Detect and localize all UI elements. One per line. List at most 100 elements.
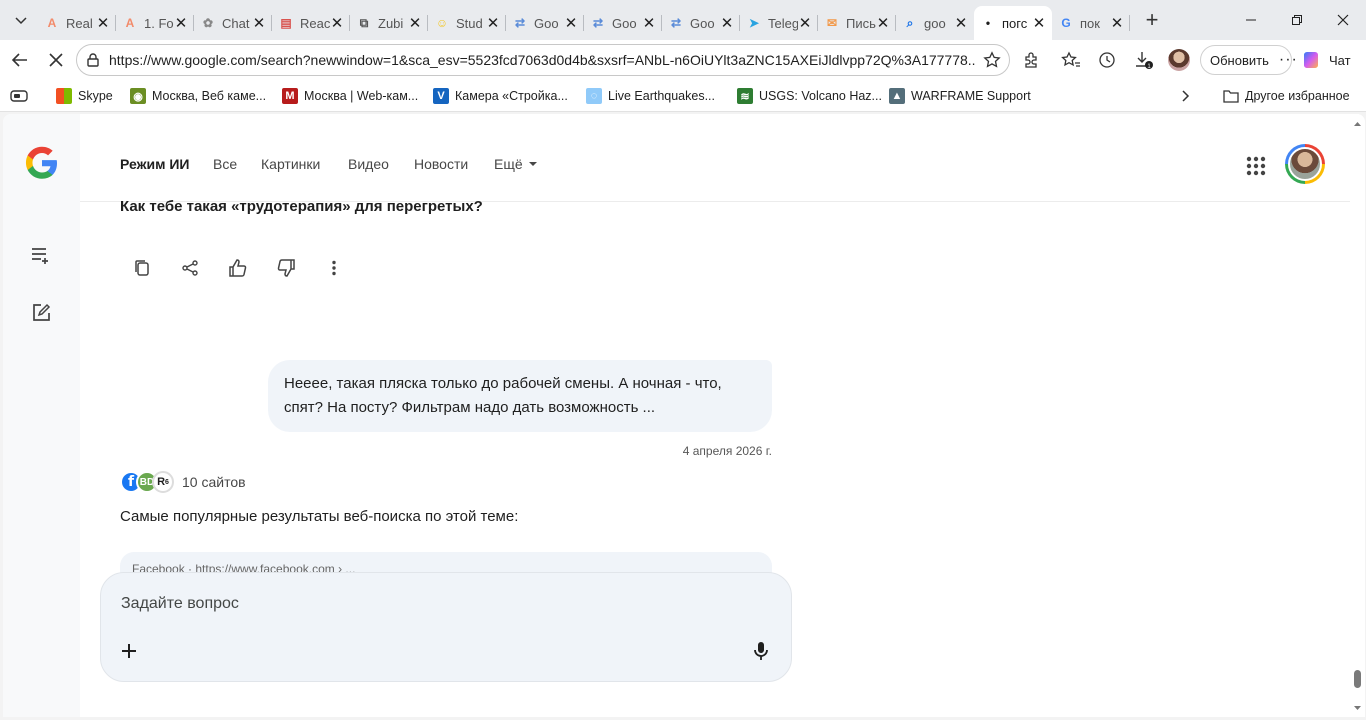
composer-placeholder[interactable]: Задайте вопрос [121,595,239,613]
left-rail [3,114,80,717]
edit-square-icon [33,303,51,321]
close-tab-icon[interactable]: ✕ [876,14,890,32]
tab-images[interactable]: Картинки [261,156,320,172]
browser-tab[interactable]: • погс ✕ [974,6,1052,40]
back-button[interactable] [4,44,36,76]
profile-button[interactable] [1163,44,1195,76]
google-logo-icon[interactable] [24,145,60,181]
tab-videos[interactable]: Видео [348,156,389,172]
page-scrollbar[interactable] [1350,114,1365,717]
minimize-icon [1246,19,1256,21]
close-window-button[interactable] [1320,0,1366,40]
thumbs-up-button[interactable] [224,254,252,282]
close-tab-icon[interactable]: ✕ [1110,14,1124,32]
browser-tab[interactable]: ✿ Chat ✕ [194,6,272,40]
address-bar[interactable]: https://www.google.com/search?newwindow=… [76,44,1010,76]
tab-news[interactable]: Новости [414,156,468,172]
camera-icon: ◉ [130,88,146,104]
tab-more[interactable]: Ещё [494,156,538,172]
sidebar-toggle-button[interactable] [10,86,28,106]
browser-tab[interactable]: ☺ Stud ✕ [428,6,506,40]
history-button[interactable] [1091,44,1123,76]
close-tab-icon[interactable]: ✕ [174,14,188,32]
close-tab-icon[interactable]: ✕ [564,14,578,32]
browser-tab[interactable]: ⇄ Goo ✕ [584,6,662,40]
thumbs-down-icon [277,259,295,277]
close-tab-icon[interactable]: ✕ [954,14,968,32]
bookmark-item[interactable]: ≋ USGS: Volcano Haz... [737,86,882,106]
site-r-icon: R6 [152,471,174,493]
update-browser-button[interactable]: Обновить ··· [1200,45,1297,75]
account-avatar[interactable] [1285,144,1325,184]
browser-tab[interactable]: ✉ Пись ✕ [818,6,896,40]
tab-actions-menu-button[interactable] [4,3,38,37]
extensions-button[interactable] [1015,44,1047,76]
bookmark-item[interactable]: V Камера «Стройка... [433,86,568,106]
close-tab-icon[interactable]: ✕ [486,14,500,32]
minimize-button[interactable] [1228,0,1274,40]
close-tab-icon[interactable]: ✕ [96,14,110,32]
stop-loading-button[interactable] [40,44,72,76]
thumbs-up-icon [229,259,247,277]
puzzle-icon [1025,52,1037,68]
web-page: Режим ИИ Все Картинки Видео Новости Ещё … [3,114,1365,717]
openai-icon: ✿ [202,16,214,30]
browser-tab[interactable]: A Real ✕ [38,6,116,40]
site-info-icon[interactable] [77,52,109,68]
tab-all[interactable]: Все [213,156,237,172]
bookmark-item[interactable]: M Москва | Web-кам... [282,86,418,106]
download-icon: 1 [1136,52,1153,70]
close-tab-icon[interactable]: ✕ [1032,14,1046,32]
bookmarks-overflow-button[interactable] [1178,86,1192,106]
search-icon: ⌕ [906,15,914,30]
browser-tab[interactable]: ⌕ goo ✕ [896,6,974,40]
tab-title: Goo [534,15,559,31]
restore-button[interactable] [1274,0,1320,40]
scroll-down-icon[interactable] [1350,702,1365,714]
bookmark-item[interactable]: ▲ WARFRAME Support [889,86,1031,106]
close-tab-icon[interactable]: ✕ [408,14,422,32]
scroll-up-icon[interactable] [1350,118,1365,130]
tab-title: пок [1080,15,1100,31]
close-tab-icon[interactable]: ✕ [252,14,266,32]
close-tab-icon[interactable]: ✕ [330,14,344,32]
close-tab-icon[interactable]: ✕ [642,14,656,32]
google-apps-icon[interactable] [1244,154,1268,178]
close-tab-icon[interactable]: ✕ [720,14,734,32]
browser-tab[interactable]: ⇄ Goo ✕ [662,6,740,40]
zubi-icon: ⧉ [359,15,369,30]
bookmark-item[interactable]: Skype [56,86,113,106]
favorite-star-icon[interactable] [975,51,1009,69]
ask-composer[interactable]: Задайте вопрос [100,572,792,682]
bookmark-item[interactable]: ◌ Live Earthquakes... [586,86,715,106]
copilot-chat-button[interactable]: Чат [1300,45,1360,75]
more-options-button[interactable] [320,254,348,282]
share-button[interactable] [176,254,204,282]
copy-button[interactable] [128,254,156,282]
new-chat-button[interactable] [28,300,54,326]
browser-tab[interactable]: ➤ Teleg ✕ [740,6,818,40]
browser-tab[interactable]: ⧉ Zubi ✕ [350,6,428,40]
add-attachment-button[interactable] [117,639,141,663]
other-bookmarks-folder[interactable]: Другое избранное [1223,86,1350,106]
microphone-icon[interactable] [749,639,773,663]
history-list-button[interactable] [28,242,54,268]
browser-tab[interactable]: ▤ Reac ✕ [272,6,350,40]
new-tab-button[interactable]: + [1134,4,1170,36]
tab-title: goo [924,15,946,31]
tab-ai-mode[interactable]: Режим ИИ [120,156,190,172]
bookmark-label: Камера «Стройка... [455,89,568,103]
close-tab-icon[interactable]: ✕ [798,14,812,32]
browser-tab[interactable]: A 1. Fo ✕ [116,6,194,40]
downloads-button[interactable]: 1 [1128,44,1160,76]
translate-icon: ⇄ [592,16,604,30]
thumbs-down-button[interactable] [272,254,300,282]
address-url[interactable]: https://www.google.com/search?newwindow=… [109,52,975,68]
tab-favicon-icon: A [125,16,135,30]
sources-summary[interactable]: f BD R6 10 сайтов [120,470,246,494]
browser-tab[interactable]: ⇄ Goo ✕ [506,6,584,40]
browser-tab[interactable]: Gпок ✕ [1052,6,1130,40]
favorites-button[interactable] [1055,44,1087,76]
scrollbar-thumb[interactable] [1354,670,1361,688]
bookmark-item[interactable]: ◉ Москва, Веб каме... [130,86,266,106]
